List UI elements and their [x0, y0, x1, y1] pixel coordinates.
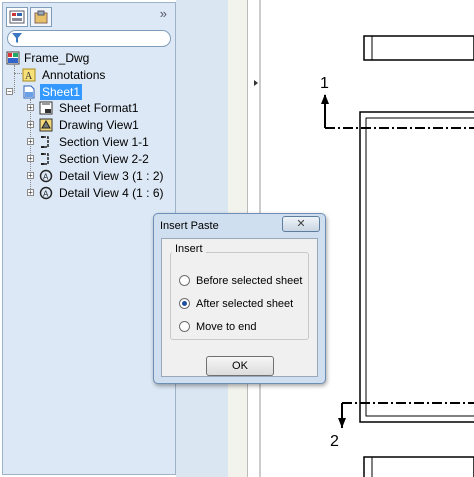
radio-label: After selected sheet	[196, 298, 294, 310]
insert-paste-dialog: Insert Paste ✕ Insert Before selected sh…	[153, 213, 326, 384]
detail-view-icon: A	[39, 169, 53, 183]
radio-label: Before selected sheet	[196, 275, 303, 287]
section-view-icon	[41, 136, 49, 148]
tree-item-label: Detail View 4 (1 : 6)	[59, 186, 164, 200]
dialog-body: Insert Before selected sheet After selec…	[161, 238, 318, 377]
expand-toggle-icon[interactable]: +	[27, 121, 34, 129]
tree-item-label: Sheet Format1	[59, 101, 139, 115]
filter-field[interactable]	[7, 30, 171, 47]
tree-item-label: Sheet1	[40, 84, 83, 100]
close-icon: ✕	[296, 218, 306, 230]
expand-toggle-icon[interactable]: +	[27, 104, 34, 112]
radio-circle[interactable]	[179, 298, 190, 309]
ok-button[interactable]: OK	[206, 356, 274, 376]
collapse-toggle-icon[interactable]: −	[6, 88, 13, 96]
tab-property-manager[interactable]	[30, 7, 52, 27]
expand-toggle-icon[interactable]: +	[27, 138, 34, 146]
collapse-panel-icon[interactable]: »	[160, 6, 167, 21]
tree-item-label: Drawing View1	[59, 118, 139, 132]
sheet-icon	[23, 85, 35, 99]
feature-manager-panel: » Frame_Dwg A Annotations − Sheet1 + She…	[2, 2, 176, 475]
section-label: 2	[330, 433, 339, 450]
tree-item-label: Frame_Dwg	[24, 51, 90, 65]
dialog-title: Insert Paste	[160, 220, 219, 232]
sheet-format-icon	[39, 101, 53, 115]
tree-item-label: Annotations	[42, 68, 106, 82]
tree-item-label: Detail View 3 (1 : 2)	[59, 169, 164, 183]
section-label: 1	[320, 75, 329, 92]
svg-text:A: A	[25, 71, 33, 82]
expand-toggle-icon[interactable]: +	[27, 155, 34, 163]
expand-toggle-icon[interactable]: +	[27, 172, 34, 180]
radio-label: Move to end	[196, 321, 257, 333]
group-label: Insert	[172, 243, 206, 255]
drawing-icon	[6, 51, 20, 65]
tree-item-label: Section View 1-1	[59, 135, 149, 149]
tab-feature-tree[interactable]	[6, 7, 28, 27]
funnel-icon	[12, 33, 22, 43]
tree-icon	[9, 10, 25, 24]
property-icon	[34, 10, 48, 24]
radio-circle[interactable]	[179, 275, 190, 286]
annotation-icon: A	[22, 68, 36, 82]
close-button[interactable]: ✕	[282, 216, 320, 232]
detail-view-icon: A	[39, 186, 53, 200]
svg-text:A: A	[43, 173, 49, 182]
radio-circle[interactable]	[179, 321, 190, 332]
svg-text:A: A	[43, 190, 49, 199]
drawing-view-icon	[39, 118, 53, 132]
section-view-icon	[41, 153, 49, 165]
tree-item-label: Section View 2-2	[59, 152, 149, 166]
expand-toggle-icon[interactable]: +	[27, 189, 34, 197]
